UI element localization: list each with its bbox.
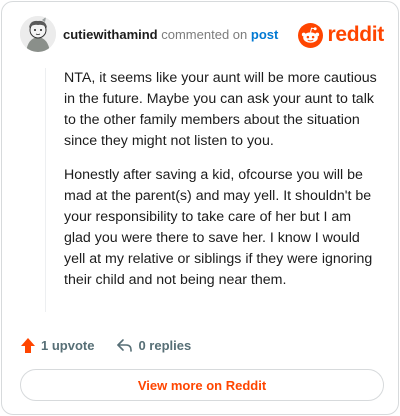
action-text: commented on: [161, 27, 248, 42]
post-link[interactable]: post: [251, 27, 278, 42]
reply-count: 0 replies: [138, 337, 192, 353]
reddit-wordmark: reddit: [327, 23, 384, 46]
comment-paragraph: NTA, it seems like your aunt will be mor…: [64, 70, 377, 149]
avatar-icon: [20, 16, 56, 52]
comment-body: NTA, it seems like your aunt will be mor…: [45, 68, 380, 312]
upvote-arrow-icon: [21, 337, 35, 353]
comment-paragraph: Honestly after saving a kid, ofcourse yo…: [64, 167, 373, 288]
comment-meta: cutiewithamind commented on post: [63, 27, 278, 42]
user-avatar[interactable]: [20, 16, 56, 52]
comment-actions: 1 upvote 0 replies: [20, 335, 213, 355]
view-more-button[interactable]: View more on Reddit: [20, 369, 384, 401]
reply-arrow-icon: [117, 338, 133, 352]
reddit-logo[interactable]: reddit: [298, 22, 384, 48]
embedded-comment-card: cutiewithamind commented on post reddit …: [1, 1, 399, 415]
comment-header: cutiewithamind commented on post reddit: [20, 16, 384, 56]
upvote-count: 1 upvote: [41, 337, 95, 353]
reddit-snoo-icon: [298, 22, 324, 48]
replies-button[interactable]: 0 replies: [116, 338, 191, 353]
upvote-button[interactable]: 1 upvote: [20, 337, 94, 354]
author-name[interactable]: cutiewithamind: [63, 27, 158, 42]
